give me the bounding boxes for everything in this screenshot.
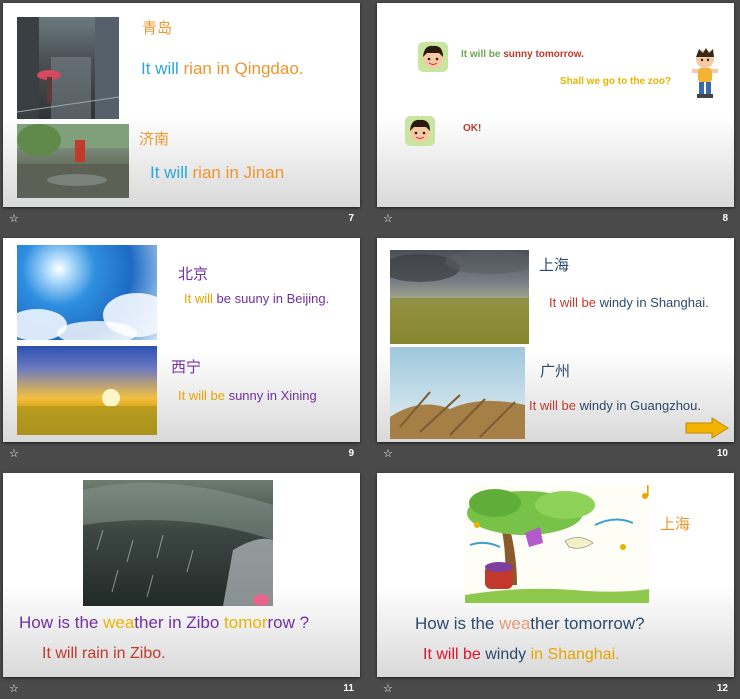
answer-zibo: It will rain in Zibo.	[42, 645, 166, 662]
heavy-rain-umbrella-photo	[83, 480, 273, 606]
slide-9[interactable]: 北京 It will be suuny in Beijing. 西宁 It wi…	[3, 238, 360, 442]
slide-8-footer: ☆ 8	[377, 207, 734, 229]
city-beijing: 北京	[178, 265, 209, 283]
q-part-wea: wea	[103, 613, 135, 632]
be-shanghai: be	[581, 295, 600, 310]
slide-number: 10	[716, 447, 728, 459]
slide-10[interactable]: 上海 It will be windy in Shanghai. 广州 It w…	[377, 238, 734, 442]
girl-avatar-1	[417, 41, 449, 73]
slide-number: 12	[716, 682, 728, 694]
be-xining: be	[210, 388, 229, 403]
a12-shanghai: Shanghai.	[547, 646, 620, 663]
rainy-street-photo	[17, 17, 119, 119]
q12-part-wea: wea	[499, 614, 531, 633]
sentence-guangzhou: It will be windy in Guangzhou.	[529, 398, 701, 413]
q-part-1: How is the	[19, 613, 104, 632]
it-will-guangzhou: It will	[529, 398, 562, 413]
slide-8[interactable]: It will be sunny tomorrow. Shall we go t…	[377, 3, 734, 207]
q-part-mor: mor	[238, 613, 268, 632]
slide-12-footer: ☆ 12	[377, 677, 734, 699]
slide-number: 9	[348, 447, 354, 459]
boy-line: Shall we go to the zoo?	[560, 76, 672, 87]
slide-number: 11	[343, 682, 354, 694]
be-guangzhou: be	[561, 398, 580, 413]
q12-part-3: ther tomorrow?	[530, 614, 645, 633]
it-will-qingdao: It will	[141, 59, 184, 78]
sentence-qingdao: It will rian in Qingdao.	[141, 59, 304, 79]
q-part-row: row ?	[267, 613, 310, 632]
city-xining: 西宁	[171, 358, 202, 376]
city-jinan: 济南	[139, 130, 170, 148]
a12-it-will-be: It will be	[423, 646, 486, 663]
question-zibo: How is the weather in Zibo tomorrow ?	[19, 613, 309, 633]
slide-11[interactable]: How is the weather in Zibo tomorrow ? It…	[3, 473, 360, 677]
city-qingdao: 青岛	[142, 19, 173, 37]
windy-guangzhou: windy in Guangzhou.	[579, 398, 701, 413]
slide-11-footer: ☆ 11	[3, 677, 360, 699]
windy-grassland-photo	[390, 250, 529, 344]
slide-star-icon[interactable]: ☆	[9, 682, 19, 695]
city-guangzhou: 广州	[540, 362, 571, 380]
rain-qingdao: rian in Qingdao.	[183, 59, 304, 78]
a12-in: in	[530, 646, 548, 663]
girl-avatar-2	[404, 115, 436, 147]
slide-9-footer: ☆ 9	[3, 442, 360, 464]
be-beijing: be	[216, 291, 235, 306]
it-will-be: It will be	[461, 49, 504, 60]
slide-star-icon[interactable]: ☆	[383, 682, 393, 695]
city-shanghai: 上海	[539, 256, 570, 274]
sentence-shanghai: It will be windy in Shanghai.	[549, 295, 709, 310]
sunny-beijing: suuny in Beijing.	[234, 291, 330, 306]
boy-avatar	[691, 47, 719, 99]
it-will-xining: It will	[178, 388, 211, 403]
sentence-xining: It will be sunny in Xining	[178, 388, 317, 403]
slide-number: 8	[722, 212, 728, 224]
slide-7[interactable]: 青岛 It will rian in Qingdao. 济南 It will r…	[3, 3, 360, 207]
rain-jinan: rian in Jinan	[192, 163, 285, 182]
slide-12[interactable]: 上海 How is the weather tomorrow? It will …	[377, 473, 734, 677]
it-will-jinan: It will	[150, 163, 193, 182]
q-part-3: ther in Zibo	[134, 613, 225, 632]
windy-reeds-photo	[390, 347, 525, 439]
question-tomorrow: How is the weather tomorrow?	[415, 614, 645, 634]
city-shanghai-12: 上海	[660, 515, 691, 533]
slide-star-icon[interactable]: ☆	[383, 212, 393, 225]
q-part-to: to	[224, 613, 239, 632]
slide-star-icon[interactable]: ☆	[383, 447, 393, 460]
q12-part-1: How is the	[415, 614, 500, 633]
slide-10-footer: ☆ 10	[377, 442, 734, 464]
slide-star-icon[interactable]: ☆	[9, 212, 19, 225]
sentence-jinan: It will rian in Jinan	[150, 163, 284, 183]
slide-star-icon[interactable]: ☆	[9, 447, 19, 460]
answer-shanghai: It will be windy in Shanghai.	[423, 646, 620, 664]
girl-line-2: OK!	[463, 123, 482, 134]
slide-number: 7	[348, 212, 354, 224]
girl-line-1: It will be sunny tomorrow.	[461, 49, 584, 60]
sentence-beijing: It will be suuny in Beijing.	[184, 291, 329, 306]
music-note-icon	[641, 485, 651, 499]
sunset-field-photo	[17, 346, 157, 435]
next-arrow-icon[interactable]	[684, 417, 730, 439]
slide-7-footer: ☆ 7	[3, 207, 360, 229]
rainy-road-photo	[17, 124, 129, 198]
sunny-xining: sunny in Xining	[228, 388, 317, 403]
it-will-beijing: It will	[184, 291, 217, 306]
sunny-sky-photo	[17, 245, 157, 340]
windy-cartoon-illustration	[465, 485, 649, 603]
sunny-tomorrow: sunny tomorrow.	[503, 49, 584, 60]
a12-windy: windy	[485, 646, 531, 663]
it-will-shanghai: It will	[549, 295, 582, 310]
windy-shanghai: windy in Shanghai.	[599, 295, 709, 310]
